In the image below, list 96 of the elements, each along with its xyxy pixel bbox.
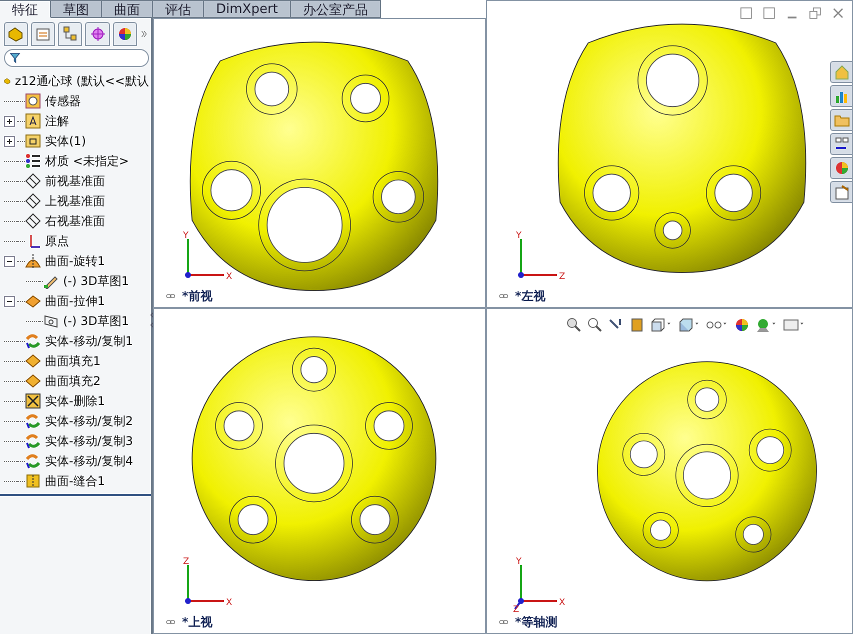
monitor-icon [783, 317, 799, 333]
file-tree-icon [834, 136, 850, 152]
color-ball-icon [734, 317, 750, 333]
command-tab[interactable]: 特征 [0, 0, 51, 18]
magnifier-icon [587, 317, 603, 333]
clipboard-icon [834, 184, 850, 200]
command-tab[interactable]: 草图 [51, 0, 102, 18]
tree-item-label[interactable]: 实体-移动/复制2 [45, 412, 134, 430]
tile-left-icon[interactable] [740, 7, 754, 21]
view-name: *前视 [182, 288, 212, 305]
plane-icon [25, 193, 41, 209]
tree-item-label[interactable]: 实体-移动/复制4 [45, 452, 134, 470]
tree-item-label[interactable]: 材质 <未指定> [45, 152, 129, 170]
knit-surface-icon [25, 473, 41, 489]
color-ball-icon [116, 26, 133, 42]
scene-ball-icon [755, 317, 771, 333]
view-settings-button[interactable] [783, 317, 806, 333]
close-icon[interactable] [832, 7, 846, 21]
display-style-button[interactable] [678, 317, 701, 333]
annotation-folder-icon [25, 113, 41, 129]
tree-item-label[interactable]: 曲面-拉伸1 [45, 292, 105, 310]
expand-toggle[interactable] [4, 116, 15, 126]
zoom-area-button[interactable] [587, 317, 603, 333]
tree-item-label[interactable]: 曲面填充2 [45, 372, 101, 390]
move-copy-arrows-icon [25, 433, 41, 449]
plane-icon [25, 173, 41, 189]
zoom-to-fit-button[interactable] [566, 317, 582, 333]
axis-triad-drawing: Y X [180, 231, 236, 287]
axis-triad-drawing: Z X [180, 557, 236, 613]
collapse-toggle[interactable] [4, 256, 15, 266]
view-name: *上视 [182, 614, 212, 631]
feature-tree-tab[interactable] [4, 22, 28, 46]
command-tab[interactable]: 评估 [153, 0, 204, 18]
resources-pane-button[interactable] [830, 85, 852, 107]
sketch-plane-icon [43, 313, 59, 329]
view-orientation-button[interactable] [650, 317, 673, 333]
extrude-surface-icon [25, 293, 41, 309]
tree-item-label[interactable]: 曲面-旋转1 [45, 252, 105, 270]
command-tab[interactable]: 曲面 [102, 0, 153, 18]
glasses-icon [706, 321, 722, 329]
view-name: *左视 [515, 288, 546, 305]
gauge-icon [25, 93, 41, 109]
delete-box-icon [25, 393, 41, 409]
cube-icon [678, 317, 694, 333]
revolve-surface-icon [25, 253, 41, 269]
edit-appearance-button[interactable] [734, 317, 750, 333]
command-tab[interactable]: DimXpert [204, 0, 291, 18]
move-copy-arrows-icon [25, 453, 41, 469]
material-list-icon [25, 153, 41, 169]
tree-item-label[interactable]: 实体(1) [45, 132, 86, 150]
axis-triad-drawing: Y Z [513, 231, 569, 287]
expand-toggle[interactable] [4, 136, 15, 146]
configuration-tab[interactable] [58, 22, 82, 46]
restore-icon[interactable] [809, 7, 823, 21]
tree-item-label[interactable]: 实体-移动/复制3 [45, 432, 134, 450]
tree-item-label[interactable]: (-) 3D草图1 [63, 272, 130, 290]
tile-right-icon[interactable] [763, 7, 777, 21]
collapse-toggle[interactable] [4, 296, 15, 306]
crosshair-target-icon [90, 26, 106, 42]
property-sheet-icon [35, 26, 52, 42]
cube-icon [650, 317, 666, 333]
move-copy-arrows-icon [25, 333, 41, 349]
axis-triad-drawing: Y X Z [513, 557, 569, 613]
filter-funnel-icon [9, 52, 21, 64]
display-tab[interactable] [112, 22, 137, 46]
hide-show-button[interactable] [706, 321, 729, 329]
command-tab[interactable]: 办公室产品 [290, 0, 381, 18]
tree-item-label[interactable]: 传感器 [45, 92, 81, 110]
chevron-right-icon[interactable] [140, 28, 150, 40]
color-ball-icon [834, 160, 850, 176]
fill-surface-icon [25, 373, 41, 389]
dimxpert-tab[interactable] [85, 22, 110, 46]
part-name[interactable]: z12通心球 (默认<<默认 [14, 72, 149, 90]
filter-field[interactable] [4, 49, 149, 67]
tree-item-label[interactable]: 曲面填充1 [45, 352, 101, 370]
properties-pane-button[interactable] [830, 181, 852, 203]
fill-surface-icon [25, 353, 41, 369]
property-tab[interactable] [31, 22, 56, 46]
view-name: *等轴测 [515, 614, 558, 631]
tree-item-label[interactable]: 实体-移动/复制1 [45, 332, 134, 350]
explorer-pane-button[interactable] [830, 133, 852, 155]
tree-item-label[interactable]: (-) 3D草图1 [63, 312, 130, 330]
tree-item-label[interactable]: 右视基准面 [45, 212, 105, 230]
scene-button[interactable] [755, 317, 778, 333]
plane-icon [25, 213, 41, 229]
tree-item-label[interactable]: 曲面-缝合1 [45, 472, 105, 490]
house-icon [834, 64, 850, 80]
tree-item-label[interactable]: 前视基准面 [45, 172, 105, 190]
tree-item-label[interactable]: 原点 [45, 232, 69, 250]
folder-icon [25, 133, 41, 149]
tree-item-label[interactable]: 实体-删除1 [45, 392, 105, 410]
move-copy-arrows-icon [25, 413, 41, 429]
magnifier-icon [566, 317, 582, 333]
configuration-tree-icon [62, 26, 78, 42]
tree-item-label[interactable]: 上视基准面 [45, 192, 105, 210]
tree-item-label[interactable]: 注解 [45, 112, 69, 130]
